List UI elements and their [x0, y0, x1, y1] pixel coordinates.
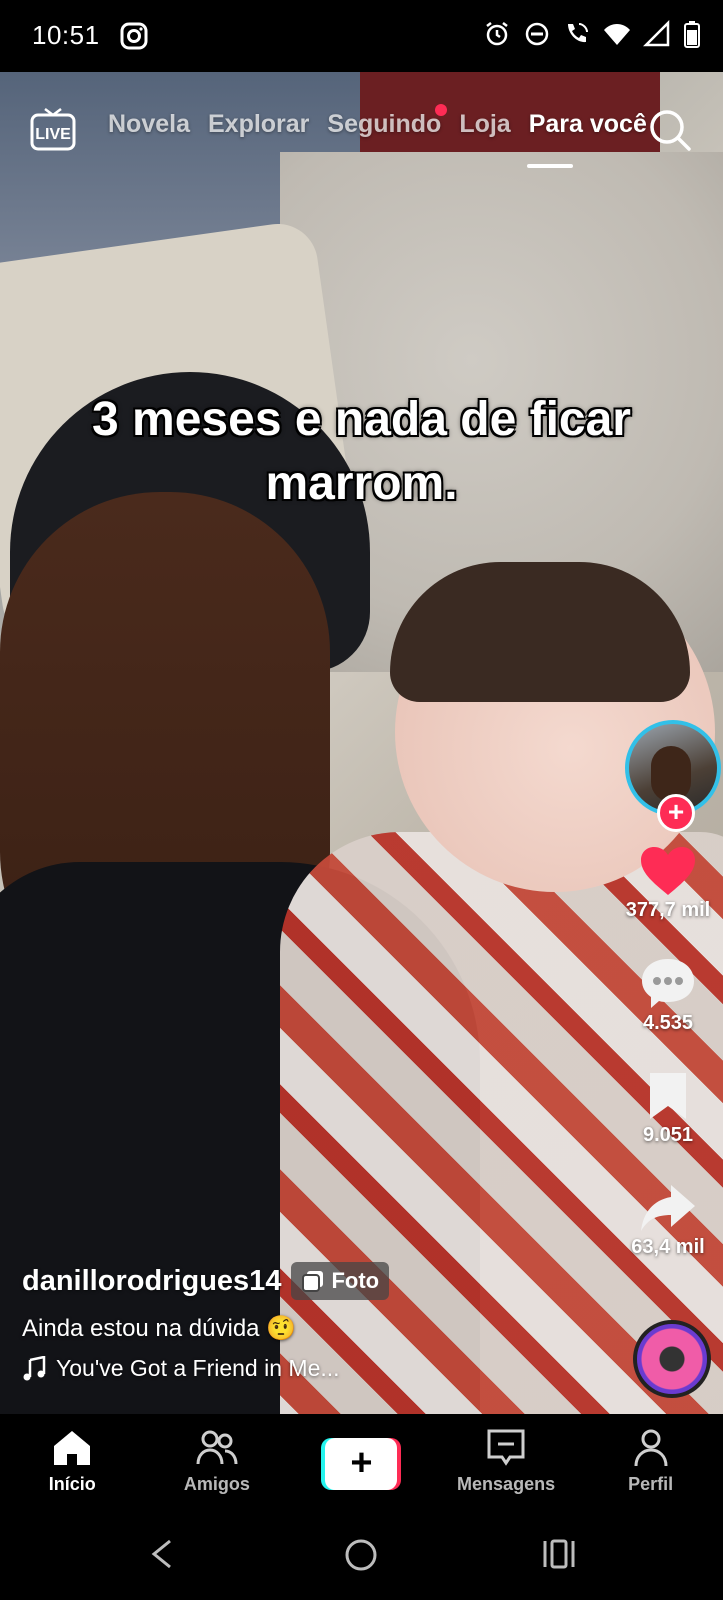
- feed-tabs: Novela Explorar Seguindo Loja Para você: [96, 104, 647, 139]
- system-navigation: [0, 1510, 723, 1600]
- live-label: LIVE: [35, 126, 71, 143]
- profile-icon: [634, 1429, 668, 1467]
- tab-perfil[interactable]: Perfil: [578, 1414, 723, 1510]
- photo-baby: [390, 562, 690, 702]
- tab-create[interactable]: +: [289, 1414, 434, 1510]
- do-not-disturb-icon: [525, 22, 549, 46]
- wifi-calling-icon: [568, 23, 588, 43]
- friends-icon: [196, 1430, 238, 1465]
- like-count: 377,7 mil: [625, 899, 711, 921]
- tab-amigos-label: Amigos: [183, 1474, 250, 1494]
- battery-icon: [684, 21, 700, 48]
- status-bar: 10:51: [0, 0, 723, 72]
- back-icon[interactable]: [148, 1538, 176, 1570]
- share-count: 63,4 mil: [631, 1236, 705, 1258]
- comment-button[interactable]: 4.535: [613, 956, 723, 1035]
- notification-dot: [435, 104, 448, 116]
- heart-icon: [641, 847, 695, 895]
- overlay-caption: 3 meses e nada de ficar marrom.: [92, 393, 631, 510]
- alarm-icon: [486, 22, 508, 46]
- status-time: 10:51: [32, 20, 100, 50]
- tab-mensagens-label: Mensagens: [457, 1474, 556, 1494]
- status-icons: [483, 20, 701, 48]
- bottom-tab-bar: Início Amigos + Mensagens Perfil: [0, 1414, 723, 1510]
- photo-icon: [302, 1271, 324, 1292]
- post-description[interactable]: Ainda estou na dúvida 🤨: [22, 1314, 582, 1343]
- instagram-icon: [120, 22, 148, 50]
- author-username[interactable]: danillorodrigues14: [22, 1265, 281, 1298]
- top-navigation: LIVE Novela Explorar Seguindo Loja Para …: [0, 100, 723, 168]
- tab-novela[interactable]: Novela: [108, 110, 190, 139]
- active-tab-indicator: [527, 164, 573, 168]
- follow-button[interactable]: +: [657, 794, 695, 832]
- tab-mensagens[interactable]: Mensagens: [434, 1414, 579, 1510]
- save-count: 9.051: [642, 1124, 694, 1146]
- music-note-icon: [23, 1355, 46, 1380]
- tab-explorar[interactable]: Explorar: [208, 110, 309, 139]
- recents-icon[interactable]: [542, 1538, 576, 1570]
- music-disc[interactable]: [633, 1320, 711, 1398]
- signal-icon: [643, 20, 670, 47]
- music-info[interactable]: You've Got a Friend in Me...: [22, 1355, 582, 1382]
- tab-perfil-label: Perfil: [628, 1474, 674, 1494]
- inbox-icon: [487, 1429, 525, 1466]
- tab-inicio[interactable]: Início: [0, 1414, 145, 1510]
- home-circle-icon[interactable]: [344, 1538, 378, 1572]
- bookmark-icon: [650, 1073, 686, 1119]
- tab-amigos[interactable]: Amigos: [145, 1414, 290, 1510]
- author-row: danillorodrigues14 Foto: [22, 1262, 582, 1300]
- tab-seguindo[interactable]: Seguindo: [327, 104, 448, 139]
- create-button[interactable]: +: [321, 1438, 402, 1490]
- share-button[interactable]: 63,4 mil: [613, 1182, 723, 1259]
- comment-count: 4.535: [642, 1012, 694, 1034]
- tab-inicio-label: Início: [48, 1474, 96, 1494]
- comment-icon: [642, 959, 694, 1008]
- tab-seguindo-label: Seguindo: [327, 110, 442, 138]
- tab-para-voce[interactable]: Para você: [529, 110, 647, 139]
- home-icon: [54, 1431, 91, 1465]
- music-title: You've Got a Friend in Me...: [56, 1355, 340, 1381]
- search-icon[interactable]: [648, 108, 692, 152]
- share-icon: [641, 1185, 695, 1231]
- photo-badge-label: Foto: [331, 1268, 380, 1293]
- like-button[interactable]: 377,7 mil: [613, 845, 723, 922]
- live-icon[interactable]: LIVE: [30, 105, 76, 151]
- plus-icon: +: [325, 1438, 398, 1490]
- tab-loja[interactable]: Loja: [459, 110, 510, 139]
- photo-badge: Foto: [291, 1262, 390, 1300]
- post-info: danillorodrigues14 Foto Ainda estou na d…: [22, 1262, 582, 1382]
- wifi-icon: [604, 24, 630, 45]
- save-button[interactable]: 9.051: [613, 1070, 723, 1147]
